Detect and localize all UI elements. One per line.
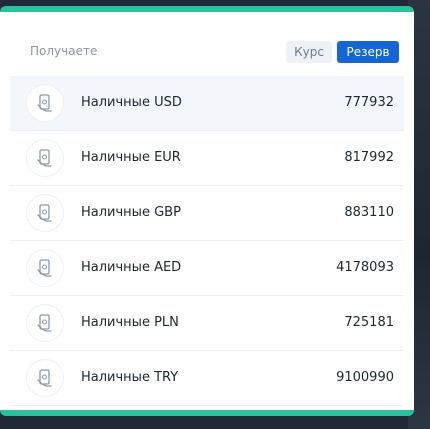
item-name: Наличные EUR <box>81 150 181 165</box>
cash-hand-icon <box>26 139 64 177</box>
list-item[interactable]: Наличные GBP 883110 <box>10 186 404 241</box>
list-item[interactable]: Наличные TRY 9100990 <box>10 351 404 406</box>
cash-hand-icon <box>26 194 64 232</box>
item-name: Наличные PLN <box>81 315 179 330</box>
item-name: Наличные TRY <box>81 370 179 385</box>
currency-card: Получаете Курс Резерв Наличные USD 77793… <box>0 6 414 416</box>
item-name: Наличные GBP <box>81 205 181 220</box>
item-name: Наличные AED <box>81 260 182 275</box>
list-item[interactable]: Наличные AED 4178093 <box>10 241 404 296</box>
item-name: Наличные USD <box>81 95 182 110</box>
item-reserve: 777932 <box>344 95 394 110</box>
reserve-button[interactable]: Резерв <box>337 41 399 63</box>
rate-button[interactable]: Курс <box>286 41 332 63</box>
list-item[interactable]: Наличные PLN 725181 <box>10 296 404 351</box>
item-reserve: 817992 <box>344 150 394 165</box>
currency-list: Наличные USD 777932 Наличные EUR 817992 <box>10 76 404 406</box>
cash-hand-icon <box>26 304 64 342</box>
cash-hand-icon <box>26 249 64 287</box>
item-reserve: 725181 <box>344 315 394 330</box>
list-item[interactable]: Наличные USD 777932 <box>10 76 404 131</box>
cash-hand-icon <box>26 359 64 397</box>
item-reserve: 883110 <box>344 205 394 220</box>
item-reserve: 4178093 <box>336 260 394 275</box>
header-title: Получаете <box>30 44 98 58</box>
card-header: Получаете Курс Резерв <box>0 12 414 76</box>
item-reserve: 9100990 <box>336 370 394 385</box>
cash-hand-icon <box>26 84 64 122</box>
list-item[interactable]: Наличные EUR 817992 <box>10 131 404 186</box>
